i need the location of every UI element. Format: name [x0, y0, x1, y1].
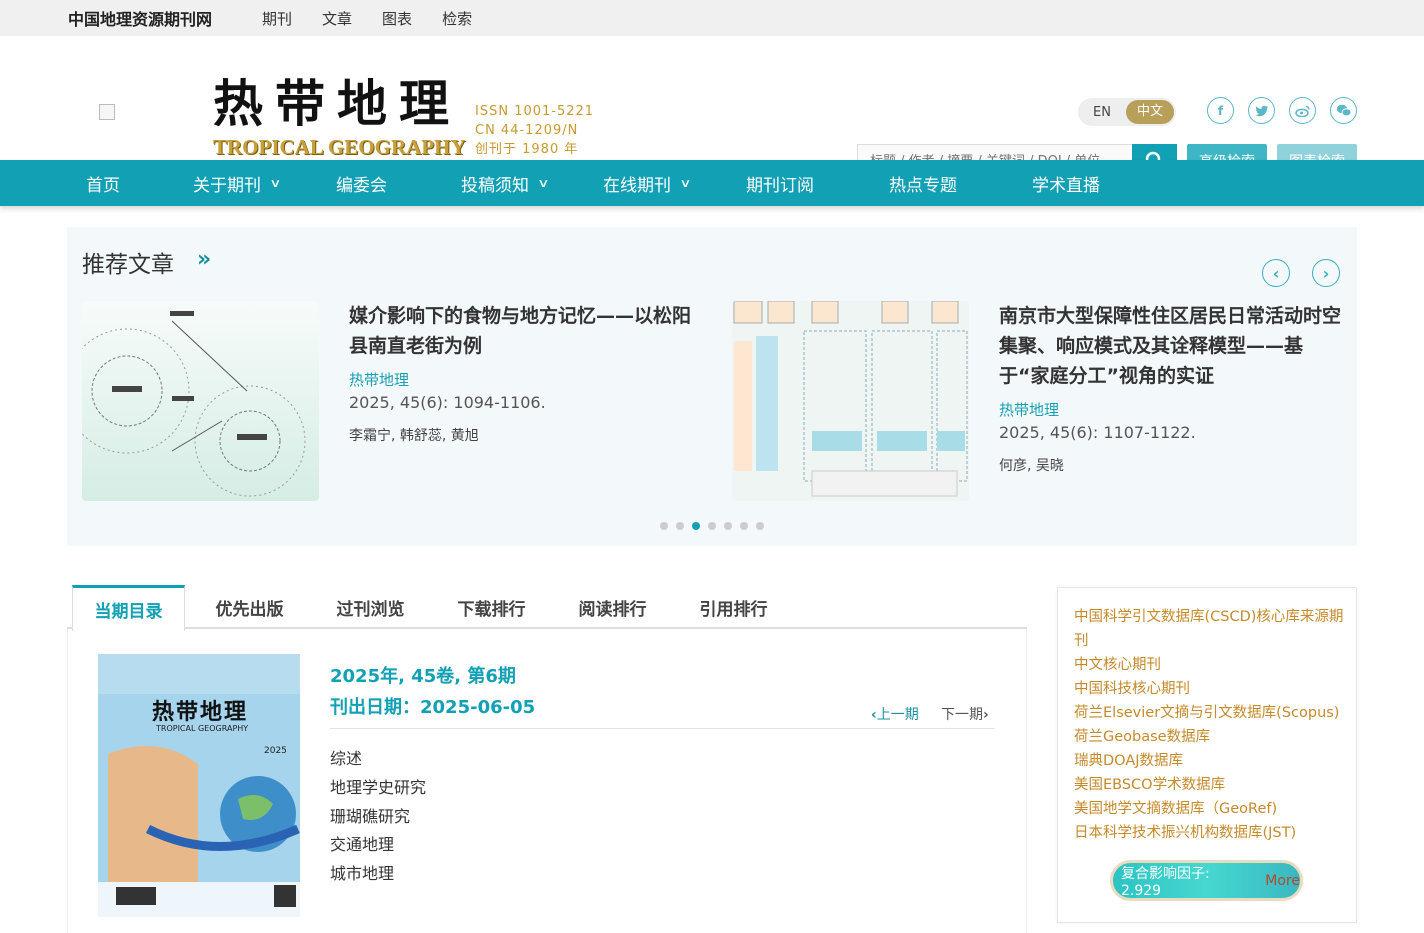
- article-thumbnail[interactable]: [732, 301, 969, 501]
- carousel-dot[interactable]: [676, 522, 684, 530]
- lang-en-button[interactable]: EN: [1078, 105, 1126, 120]
- database-link[interactable]: 中国科学引文数据库(CSCD)核心库来源期刊: [1074, 605, 1344, 653]
- database-link[interactable]: 美国地学文摘数据库（GeoRef): [1074, 797, 1344, 821]
- article-volume: 2025, 45(6): 1107-1122.: [999, 423, 1196, 442]
- nav-home[interactable]: 首页: [86, 171, 120, 196]
- nav-online-journal[interactable]: 在线期刊 ∨: [603, 171, 692, 196]
- carousel-dot[interactable]: [724, 522, 732, 530]
- wechat-icon[interactable]: [1330, 97, 1357, 124]
- section-link[interactable]: 珊瑚礁研究: [330, 803, 410, 827]
- cover-year: 2025: [264, 746, 287, 756]
- article-volume: 2025, 45(6): 1094-1106.: [349, 393, 546, 412]
- top-link-search[interactable]: 检索: [442, 8, 472, 29]
- top-link-journal[interactable]: 期刊: [262, 8, 292, 29]
- lang-zh-button[interactable]: 中文: [1126, 100, 1174, 124]
- section-link[interactable]: 地理学史研究: [330, 774, 426, 798]
- chevron-right-icon: ›: [1322, 263, 1330, 283]
- carousel-next-button[interactable]: ›: [1312, 259, 1340, 287]
- next-issue-link[interactable]: 下一期›: [941, 704, 989, 724]
- twitter-icon[interactable]: [1248, 97, 1275, 124]
- section-link[interactable]: 综述: [330, 745, 362, 769]
- main-nav: 首页 关于期刊 ∨ 编委会 投稿须知 ∨ 在线期刊 ∨ 期刊订阅 热点专题 学术直播: [0, 160, 1424, 206]
- article-title[interactable]: 南京市大型保障性住区居民日常活动时空集聚、响应模式及其诠释模型——基于“家庭分工…: [999, 301, 1344, 391]
- nav-subscription[interactable]: 期刊订阅: [746, 171, 814, 196]
- section-link[interactable]: 交通地理: [330, 831, 394, 855]
- weibo-icon[interactable]: [1289, 97, 1316, 124]
- journal-info: ISSN 1001-5221 CN 44-1209/N 创刊于 1980 年: [475, 102, 594, 159]
- nav-hot-topics[interactable]: 热点专题: [889, 171, 957, 196]
- chevron-left-icon: ‹: [1272, 263, 1280, 283]
- nav-submission[interactable]: 投稿须知 ∨: [461, 171, 550, 196]
- tab-online-first[interactable]: 优先出版: [202, 585, 297, 629]
- section-link[interactable]: 城市地理: [330, 860, 394, 884]
- article-authors: 李霜宁, 韩舒蕊, 黄旭: [349, 428, 479, 444]
- tab-read-rank[interactable]: 阅读排行: [565, 585, 660, 629]
- carousel-dot-active[interactable]: [692, 522, 700, 530]
- double-chevron-right-icon[interactable]: »: [197, 247, 211, 272]
- chevron-down-icon: ∨: [537, 176, 550, 190]
- nav-editorial-board[interactable]: 编委会: [336, 171, 387, 196]
- nav-live[interactable]: 学术直播: [1032, 171, 1100, 196]
- divider: [330, 728, 995, 729]
- top-link-article[interactable]: 文章: [322, 8, 352, 29]
- cover-english-title: TROPICAL GEOGRAPHY: [156, 724, 249, 733]
- journal-cover[interactable]: 热带地理 TROPICAL GEOGRAPHY 2025: [98, 654, 300, 917]
- journal-logo-english[interactable]: TROPICAL GEOGRAPHY: [213, 135, 466, 159]
- carousel-dot[interactable]: [740, 522, 748, 530]
- tab-download-rank[interactable]: 下载排行: [444, 585, 539, 629]
- article-journal[interactable]: 热带地理: [999, 399, 1059, 420]
- recommended-articles: 推荐文章 » ‹ › 媒介影响下的食物与地方记忆——以松阳县南直老街为例 热带地…: [67, 227, 1357, 546]
- database-link[interactable]: 荷兰Elsevier文摘与引文数据库(Scopus): [1074, 701, 1344, 725]
- impact-more-link[interactable]: More: [1265, 873, 1300, 889]
- chevron-right-icon: ›: [983, 707, 989, 723]
- impact-factor-value: 复合影响因子: 2.929: [1121, 865, 1210, 899]
- impact-factor-badge[interactable]: 复合影响因子: 2.929 More: [1110, 860, 1303, 901]
- carousel-dot[interactable]: [660, 522, 668, 530]
- article-thumbnail[interactable]: [82, 301, 319, 501]
- database-link[interactable]: 美国EBSCO学术数据库: [1074, 773, 1344, 797]
- issn-number: ISSN 1001-5221: [475, 104, 595, 119]
- chevron-down-icon: ∨: [269, 176, 282, 190]
- carousel-dot[interactable]: [708, 522, 716, 530]
- broken-image-icon: [99, 104, 115, 120]
- tab-current-issue[interactable]: 当期目录: [72, 585, 185, 631]
- issue-date: 刊出日期：2025-06-05: [330, 697, 536, 718]
- tab-past-issues[interactable]: 过刊浏览: [323, 585, 418, 629]
- top-bar: 中国地理资源期刊网 期刊 文章 图表 检索: [0, 0, 1424, 36]
- journal-logo-chinese[interactable]: 热带地理: [213, 74, 461, 134]
- nav-about[interactable]: 关于期刊 ∨: [193, 171, 282, 196]
- carousel-dot[interactable]: [756, 522, 764, 530]
- cover-title: 热带地理: [152, 699, 249, 725]
- issue-title: 2025年, 45卷, 第6期: [330, 666, 516, 687]
- database-link[interactable]: 荷兰Geobase数据库: [1074, 725, 1344, 749]
- founded-year: 创刊于 1980 年: [475, 142, 579, 157]
- database-link[interactable]: 中文核心期刊: [1074, 653, 1344, 677]
- prev-issue-link[interactable]: ‹上一期: [871, 704, 919, 724]
- article-journal[interactable]: 热带地理: [349, 369, 409, 390]
- chevron-down-icon: ∨: [679, 176, 692, 190]
- database-link[interactable]: 日本科学技术振兴机构数据库(JST): [1074, 821, 1344, 845]
- article-title[interactable]: 媒介影响下的食物与地方记忆——以松阳县南直老街为例: [349, 301, 699, 361]
- facebook-icon[interactable]: f: [1207, 97, 1234, 124]
- cn-number: CN 44-1209/N: [475, 123, 579, 138]
- language-toggle[interactable]: EN 中文: [1078, 98, 1176, 126]
- recommended-title: 推荐文章: [82, 252, 174, 278]
- top-link-figure[interactable]: 图表: [382, 8, 412, 29]
- database-link[interactable]: 中国科技核心期刊: [1074, 677, 1344, 701]
- issue-tabs: 当期目录 优先出版 过刊浏览 下载排行 阅读排行 引用排行: [67, 585, 1027, 631]
- database-link[interactable]: 瑞典DOAJ数据库: [1074, 749, 1344, 773]
- article-authors: 何彦, 吴晓: [999, 458, 1064, 474]
- carousel-prev-button[interactable]: ‹: [1262, 259, 1290, 287]
- carousel-dots: [660, 522, 764, 530]
- site-name[interactable]: 中国地理资源期刊网: [68, 6, 212, 30]
- header: 热带地理 TROPICAL GEOGRAPHY ISSN 1001-5221 C…: [0, 36, 1424, 178]
- tab-cite-rank[interactable]: 引用排行: [686, 585, 781, 629]
